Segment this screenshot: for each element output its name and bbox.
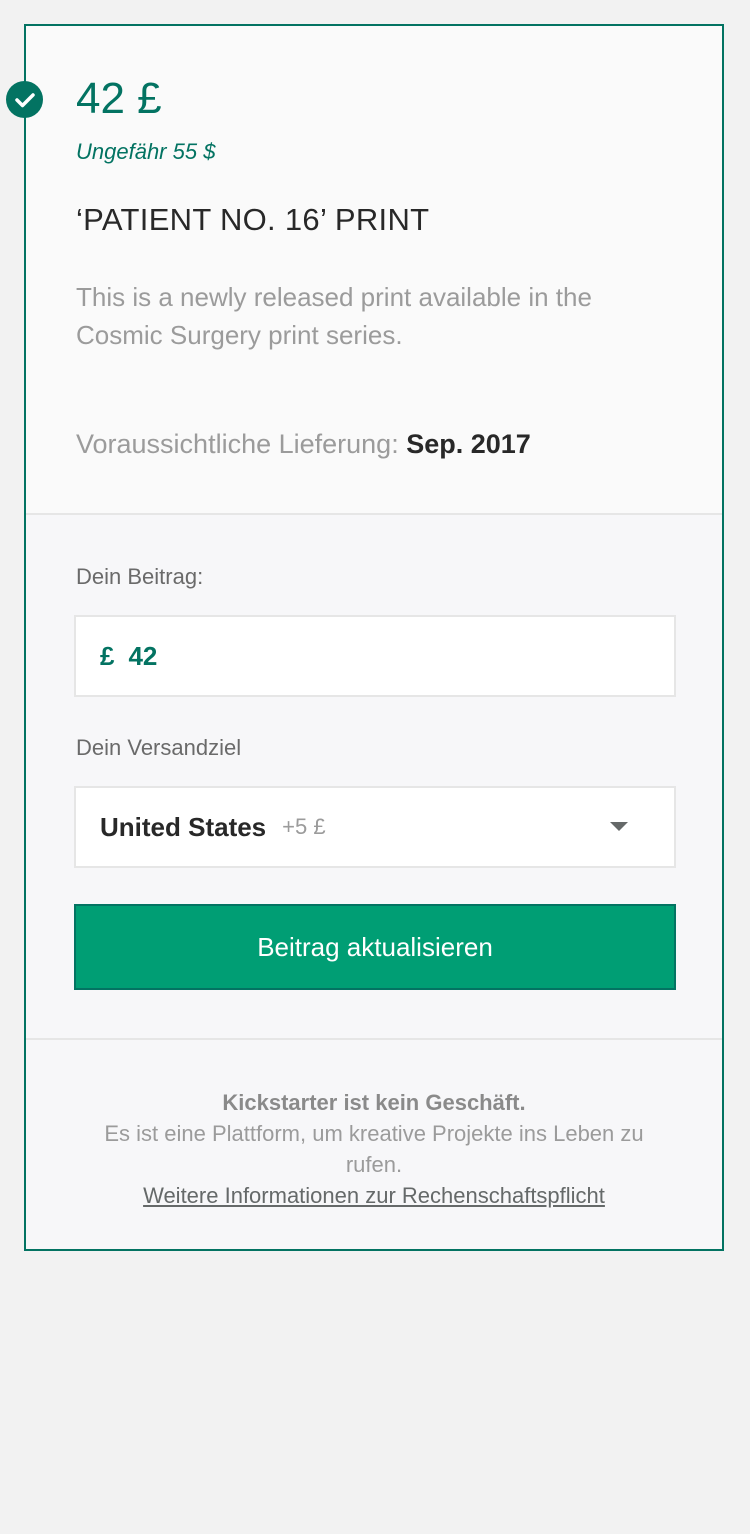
pledge-amount-input[interactable]: £ 42 (74, 615, 676, 697)
accountability-link[interactable]: Weitere Informationen zur Rechenschaftsp… (143, 1183, 605, 1208)
shipping-label: Dein Versandziel (76, 735, 242, 760)
update-pledge-button[interactable]: Beitrag aktualisieren (74, 904, 676, 990)
chevron-down-icon (610, 822, 628, 831)
estimated-delivery: Voraussichtliche Lieferung: Sep. 2017 (76, 429, 531, 460)
reward-price: 42 £ (76, 74, 162, 123)
pledge-label: Dein Beitrag: (76, 564, 204, 589)
accountability-footer: Kickstarter ist kein Geschäft. Es ist ei… (76, 1087, 672, 1211)
footer-headline: Kickstarter ist kein Geschäft. (222, 1090, 526, 1115)
footer-text: Es ist eine Plattform, um kreative Proje… (104, 1121, 644, 1177)
shipping-country: United States (100, 811, 267, 842)
shipping-cost: +5 £ (282, 814, 326, 839)
pledge-currency: £ (100, 640, 115, 671)
pledge-amount-value: 42 (128, 640, 158, 671)
reward-approx-price: Ungefähr 55 $ (76, 139, 216, 164)
checkmark-icon (6, 81, 43, 118)
delivery-value: Sep. 2017 (406, 429, 531, 459)
shipping-destination-select[interactable]: United States +5 £ (74, 786, 676, 868)
reward-card: 42 £ Ungefähr 55 $ ‘PATIENT NO. 16’ PRIN… (6, 24, 724, 1251)
delivery-label: Voraussichtliche Lieferung: (76, 429, 399, 459)
reward-description: This is a newly released print available… (76, 282, 592, 350)
divider (26, 1038, 722, 1040)
reward-title: ‘PATIENT NO. 16’ PRINT (76, 202, 430, 237)
